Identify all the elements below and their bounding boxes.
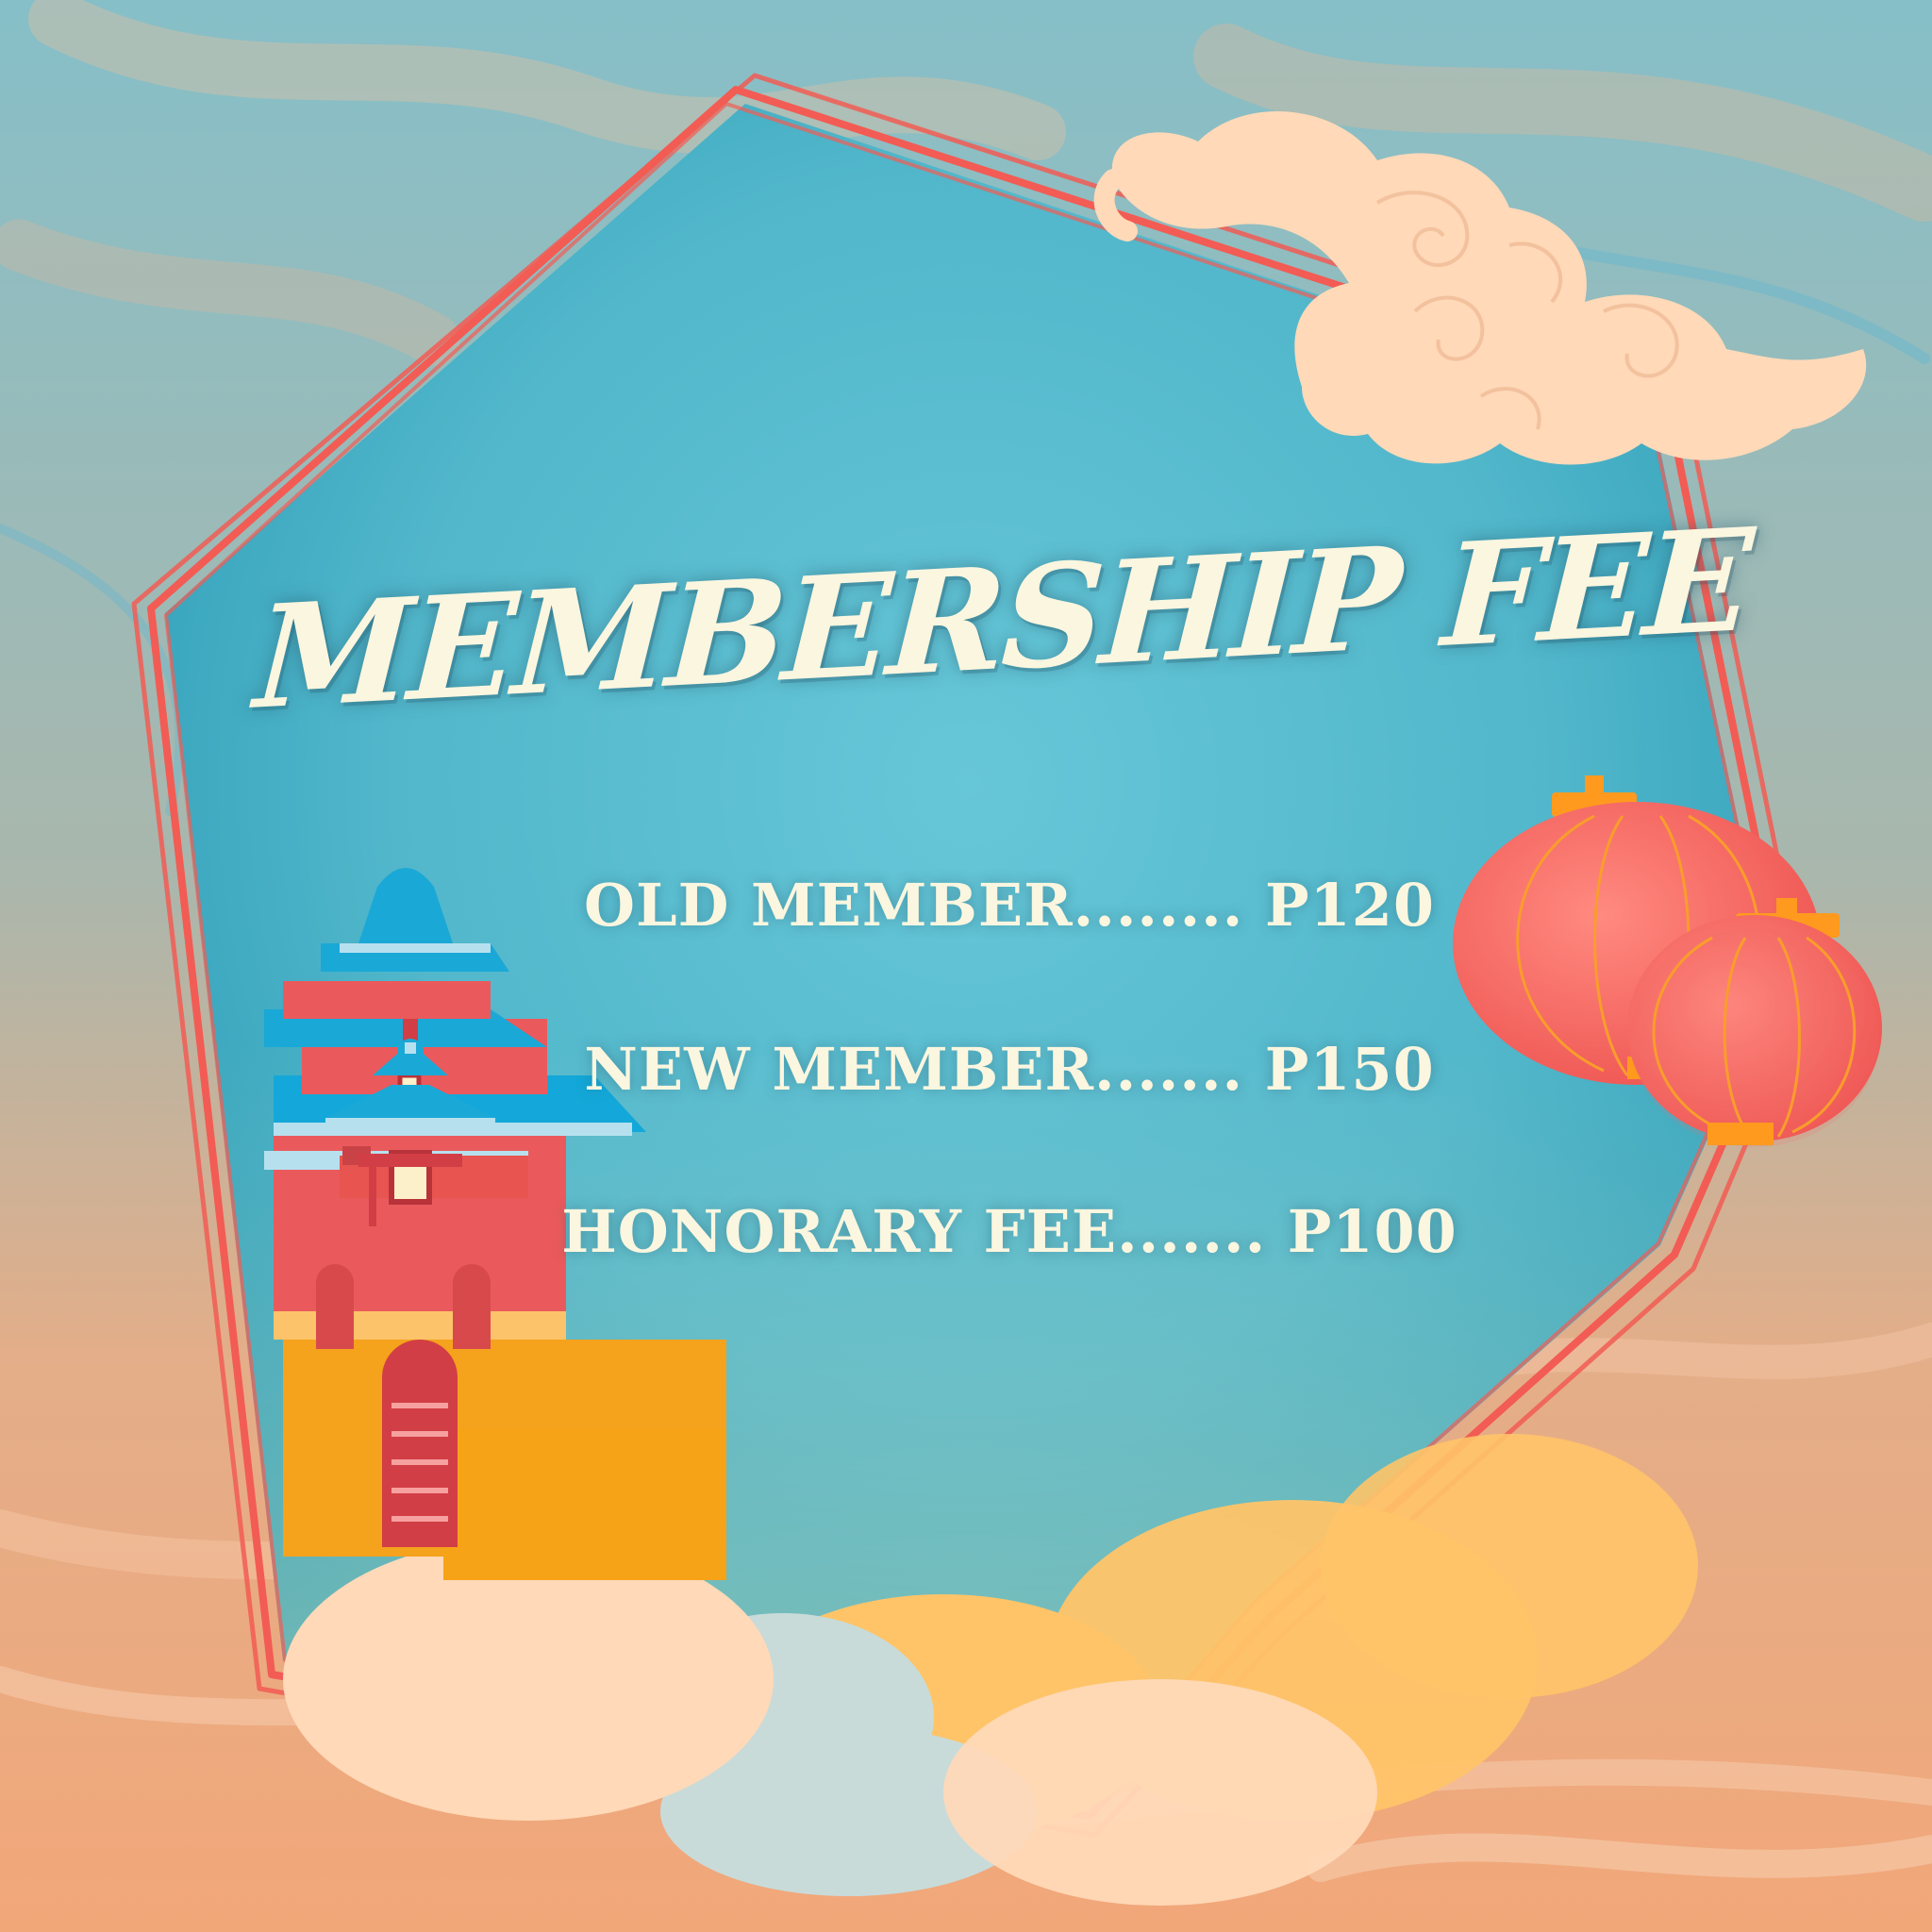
fee-price: P100	[1287, 1197, 1457, 1266]
fee-price: P150	[1264, 1035, 1435, 1104]
fee-row-new-member: NEW MEMBER....... P150	[453, 1032, 1566, 1108]
poster-artwork	[0, 0, 1932, 1932]
fee-label: OLD MEMBER........	[584, 871, 1265, 940]
fee-row-old-member: OLD MEMBER........ P120	[453, 868, 1566, 943]
membership-poster: MEMBERSHIP FEE OLD MEMBER........ P120 N…	[0, 0, 1932, 1932]
fee-label: HONORARY FEE.......	[561, 1197, 1288, 1266]
fee-row-honorary-fee: HONORARY FEE....... P100	[453, 1194, 1566, 1270]
fee-price: P120	[1264, 871, 1435, 940]
fee-label: NEW MEMBER.......	[584, 1035, 1265, 1104]
